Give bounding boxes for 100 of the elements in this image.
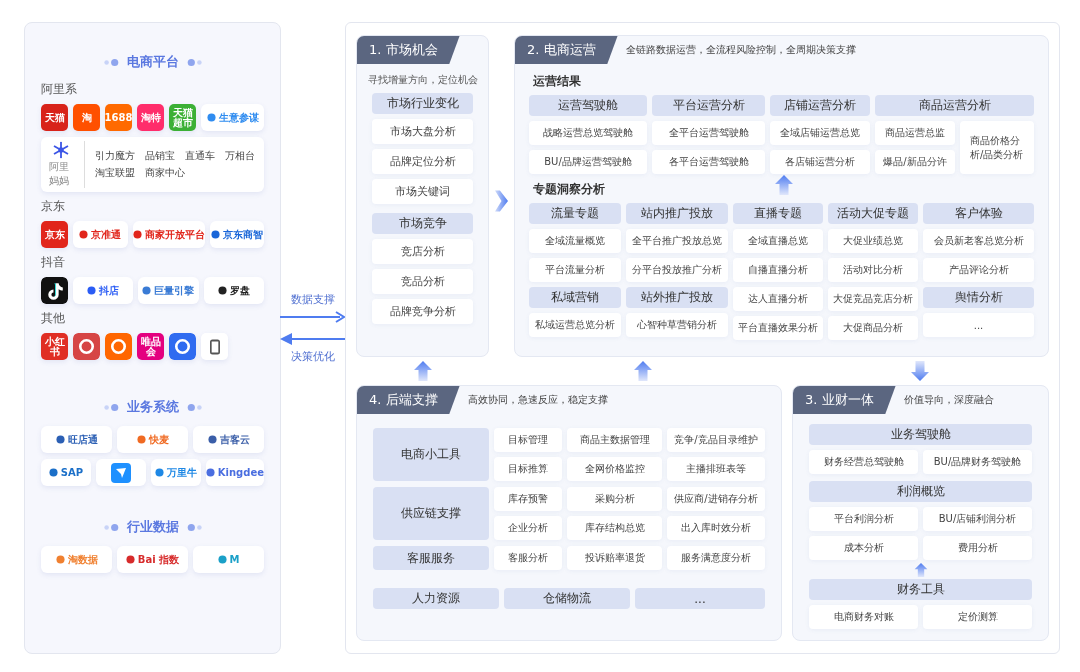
app-logo: 吉客云 xyxy=(193,426,264,453)
finance-item: 财务经营总驾驶舱 xyxy=(809,450,918,474)
analysis-item: 大促竞品竞店分析 xyxy=(828,287,918,311)
app-logo: 万里牛 xyxy=(150,459,201,486)
category-header: 供应链支撑 xyxy=(373,487,489,540)
stage-title: 2. 电商运营 xyxy=(515,36,618,64)
group-label: 京东 xyxy=(41,198,66,215)
support-item: 企业分析 xyxy=(494,516,562,540)
app-logo: 1688 xyxy=(105,104,132,131)
app-logo: 唯品会 xyxy=(137,333,164,360)
category-header: 商品运营分析 xyxy=(875,95,1034,116)
analysis-item: 全域直播总览 xyxy=(733,229,823,253)
support-item: 库存结构总览 xyxy=(567,516,662,540)
app-logo: 淘特 xyxy=(137,104,164,131)
dots-icon xyxy=(102,522,121,532)
stage-title: 3. 业财一体 xyxy=(793,386,896,414)
finance-item: BU/品牌财务驾驶舱 xyxy=(923,450,1032,474)
stage-title: 1. 市场机会 xyxy=(357,36,460,64)
flow-label: 决策优化 xyxy=(291,349,335,364)
category-header: 流量专题 xyxy=(529,203,621,224)
analysis-item: 分平台投放推广分析 xyxy=(626,258,728,282)
analysis-item: 全域店铺运营总览 xyxy=(770,121,870,145)
category-header: 仓储物流 xyxy=(504,588,630,609)
app-logo: 罗盘 xyxy=(203,277,264,304)
category-header: 站外推广投放 xyxy=(626,287,728,308)
analysis-item: 私域运营总览分析 xyxy=(529,313,621,337)
support-item: 目标推算 xyxy=(494,457,562,481)
support-item: 投诉赔率退货 xyxy=(567,546,662,570)
section-heading: 运营结果 xyxy=(533,73,581,90)
app-logo: Kingdee xyxy=(205,459,264,486)
support-item: 全网价格监控 xyxy=(567,457,662,481)
group-label: 阿里系 xyxy=(41,81,78,98)
logo-caption: 阿里妈妈 xyxy=(49,160,70,188)
analysis-item: 全域流量概览 xyxy=(529,229,621,253)
analysis-item: ... xyxy=(923,313,1034,337)
app-logo: Bai 指数 xyxy=(117,546,188,573)
category-header: 客户体验 xyxy=(923,203,1034,224)
app-logo: 抖店 xyxy=(73,277,134,304)
product-name: 品销宝 xyxy=(144,149,175,163)
app-logo: 小红书 xyxy=(41,333,68,360)
right-chevron-icon xyxy=(495,190,508,212)
app-logo: 淘数据 xyxy=(41,546,112,573)
category-header: 舆情分析 xyxy=(923,287,1034,308)
analysis-item: 自播直播分析 xyxy=(733,258,823,282)
down-arrow-icon xyxy=(911,361,929,381)
analysis-item: 商品价格分析/品类分析 xyxy=(960,121,1034,174)
section-title: 电商平台 xyxy=(126,53,179,71)
analysis-item: 竞品分析 xyxy=(372,269,473,294)
category-header: 直播专题 xyxy=(733,203,823,224)
dots-icon xyxy=(102,57,121,67)
section-heading: 专题洞察分析 xyxy=(533,181,605,198)
flow-label: 数据支撑 xyxy=(291,292,335,307)
analysis-item: 会员新老客总览分析 xyxy=(923,229,1034,253)
analysis-item: 战略运营总览驾驶舱 xyxy=(529,121,647,145)
category-header: 店铺运营分析 xyxy=(770,95,870,116)
analysis-item: 活动对比分析 xyxy=(828,258,918,282)
category-header: 利润概览 xyxy=(809,481,1032,502)
category-header: 运营驾驶舱 xyxy=(529,95,647,116)
finance-item: 费用分析 xyxy=(923,536,1032,560)
category-header: 财务工具 xyxy=(809,579,1032,600)
product-name: 引力魔方 xyxy=(94,149,135,163)
analysis-item: 品牌竞争分析 xyxy=(372,299,473,324)
analysis-item: 市场大盘分析 xyxy=(372,119,473,144)
app-logo: 旺店通 xyxy=(41,426,112,453)
category-header: 私域营销 xyxy=(529,287,621,308)
app-logo: 生意参谋 xyxy=(201,104,264,131)
product-name: 直通车 xyxy=(184,149,215,163)
app-logo: 巨量引擎 xyxy=(138,277,199,304)
up-arrow-icon xyxy=(634,361,652,381)
app-logo: 京东商智 xyxy=(209,221,264,248)
product-name: 万相台 xyxy=(224,149,255,163)
section-title: 行业数据 xyxy=(126,518,179,536)
group-label: 其他 xyxy=(41,310,66,327)
right-arrow xyxy=(280,311,346,323)
support-item: 客服分析 xyxy=(494,546,562,570)
app-logo: 天猫超市 xyxy=(169,104,196,131)
analysis-item: 竞店分析 xyxy=(372,239,473,264)
left-arrow xyxy=(280,333,346,345)
stage-subtitle: 高效协同，急速反应，稳定支撑 xyxy=(467,393,608,407)
category-header: 业务驾驶舱 xyxy=(809,424,1032,445)
app-logo: 京东 xyxy=(41,221,68,248)
support-item: 竞争/竞品目录维护 xyxy=(667,428,765,452)
analysis-item: 市场关键词 xyxy=(372,179,473,204)
app-logo: M xyxy=(193,546,264,573)
analysis-item: 达人直播分析 xyxy=(733,287,823,311)
up-arrow-icon xyxy=(414,361,432,381)
analysis-item: 平台直播效果分析 xyxy=(733,316,823,340)
app-logo: 淘 xyxy=(73,104,100,131)
category-header: 活动大促专题 xyxy=(828,203,918,224)
analysis-item: BU/品牌运营驾驶舱 xyxy=(529,150,647,174)
category-header: 平台运营分析 xyxy=(652,95,765,116)
analysis-item: 全平台运营驾驶舱 xyxy=(652,121,765,145)
finance-item: 定价测算 xyxy=(923,605,1032,629)
group-label: 抖音 xyxy=(41,254,66,271)
category-header: 客服服务 xyxy=(373,546,489,570)
category-header: 市场行业变化 xyxy=(372,93,473,114)
analysis-item: 心智种草营销分析 xyxy=(626,313,728,337)
category-header: 人力资源 xyxy=(373,588,499,609)
analysis-item: 大促商品分析 xyxy=(828,316,918,340)
support-item: 出入库时效分析 xyxy=(667,516,765,540)
